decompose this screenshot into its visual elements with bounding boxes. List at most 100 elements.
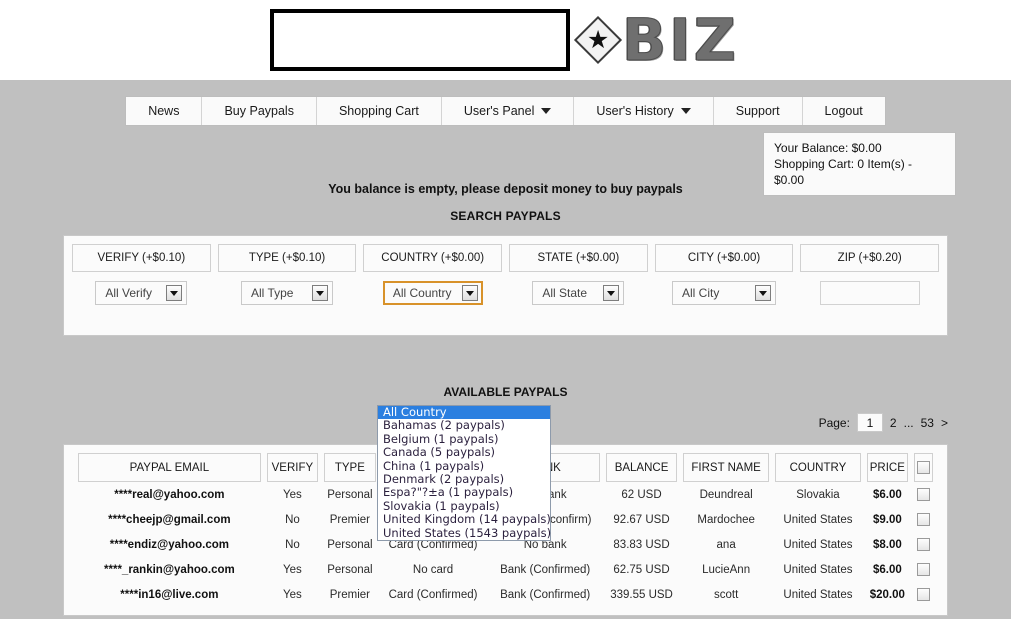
country-option-1[interactable]: Bahamas (2 paypals) xyxy=(378,418,550,432)
cell-email: ****real@yahoo.com xyxy=(114,488,225,501)
column-header-balance: BALANCE xyxy=(605,453,678,482)
country-select-value: All Country xyxy=(392,286,452,300)
cell-balance: 62 USD xyxy=(621,488,662,501)
nav-item-label: News xyxy=(148,104,180,118)
column-header-price: PRICE xyxy=(866,453,908,482)
page-number-input[interactable] xyxy=(856,413,883,432)
chevron-down-icon xyxy=(603,285,620,301)
column-header-type: TYPE xyxy=(324,453,376,482)
cell-verify: Yes xyxy=(283,588,302,601)
nav-item-logout[interactable]: Logout xyxy=(802,97,885,125)
country-option-0[interactable]: All Country xyxy=(378,405,550,420)
country-option-2[interactable]: Belgium (1 paypals) xyxy=(378,432,550,446)
cell-email: ****_rankin@yahoo.com xyxy=(104,563,235,576)
country-option-6[interactable]: Espa?"?±a (1 paypals) xyxy=(378,485,550,499)
zip-input[interactable] xyxy=(819,281,920,305)
type-select[interactable]: All Type xyxy=(241,281,333,305)
main-navigation: News Buy Paypals Shopping Cart User's Panel… xyxy=(0,80,1011,126)
cell-country: United States xyxy=(783,563,853,576)
pagination-last-page[interactable]: 53 xyxy=(921,416,934,430)
cell-balance: 339.55 USD xyxy=(610,588,673,601)
cell-select xyxy=(914,557,933,582)
caret-down-icon xyxy=(541,108,552,114)
cell-bank: Bank (Confirmed) xyxy=(500,588,591,601)
row-select-checkbox[interactable] xyxy=(916,563,930,576)
cell-price: $20.00 xyxy=(869,588,905,601)
pagination-ellipsis: ... xyxy=(903,415,914,430)
row-select-checkbox[interactable] xyxy=(916,488,930,501)
chevron-down-icon xyxy=(166,285,183,301)
cell-bank: Bank (Confirmed) xyxy=(500,563,591,576)
cell-country: United States xyxy=(783,538,853,551)
chevron-down-icon xyxy=(755,285,772,301)
nav-item-buy-paypals[interactable]: Buy Paypals xyxy=(202,97,317,125)
verify-filter-cell: All Verify xyxy=(72,281,211,305)
nav-item-news[interactable]: News xyxy=(126,97,203,125)
country-filter-cell: All Country xyxy=(363,281,502,305)
state-select[interactable]: All State xyxy=(532,281,625,305)
cell-type: Premier xyxy=(329,513,371,526)
select-all-checkbox[interactable] xyxy=(916,461,930,474)
nav-item-label: User's Panel xyxy=(463,104,535,118)
cell-select xyxy=(914,582,933,607)
pagination-page-2[interactable]: 2 xyxy=(890,416,897,430)
filter-controls-row: All Verify All Type All Country All Stat… xyxy=(72,281,939,305)
cell-email: ****endiz@yahoo.com xyxy=(109,538,229,551)
country-select[interactable]: All Country xyxy=(382,281,483,305)
cell-country: United States xyxy=(783,513,853,526)
country-option-7[interactable]: Slovakia (1 paypals) xyxy=(378,499,550,513)
site-logo: ★ BIZ xyxy=(574,9,739,71)
cell-balance: 92.67 USD xyxy=(613,513,670,526)
row-select-checkbox[interactable] xyxy=(916,588,930,601)
banner-placeholder xyxy=(270,9,571,71)
nav-item-label: Shopping Cart xyxy=(338,104,419,118)
state-select-value: All State xyxy=(542,286,588,300)
cell-price: $8.00 xyxy=(872,538,902,551)
table-row[interactable]: ****_rankin@yahoo.com Yes Personal No card B… xyxy=(78,557,933,582)
city-select[interactable]: All City xyxy=(672,281,777,305)
verify-select[interactable]: All Verify xyxy=(95,281,188,305)
site-header: ★ BIZ xyxy=(0,0,1011,80)
cell-price: $6.00 xyxy=(872,563,902,576)
table-row[interactable]: ****in16@live.com Yes Premier Card (Confirm… xyxy=(78,582,933,607)
nav-item-user-s-panel[interactable]: User's Panel xyxy=(441,97,575,125)
row-select-checkbox[interactable] xyxy=(916,513,930,526)
nav-item-label: Buy Paypals xyxy=(224,104,294,118)
country-option-4[interactable]: China (1 paypals) xyxy=(378,459,550,473)
account-balance-line: Your Balance: $0.00 xyxy=(774,141,882,155)
nav-item-shopping-cart[interactable]: Shopping Cart xyxy=(316,97,442,125)
cell-type: Personal xyxy=(327,538,373,551)
country-option-5[interactable]: Denmark (2 paypals) xyxy=(378,472,550,486)
type-select-value: All Type xyxy=(251,286,294,300)
cell-type: Premier xyxy=(329,588,371,601)
cell-balance: 83.83 USD xyxy=(613,538,670,551)
country-dropdown-list[interactable]: All Country Bahamas (2 paypals) Belgium (1… xyxy=(377,405,551,541)
cell-verify: No xyxy=(285,538,300,551)
cell-first-name: LucieAnn xyxy=(702,563,751,576)
country-option-3[interactable]: Canada (5 paypals) xyxy=(378,445,550,459)
row-select-checkbox[interactable] xyxy=(916,538,930,551)
nav-item-support[interactable]: Support xyxy=(713,97,803,125)
filter-header-1: TYPE (+$0.10) xyxy=(217,244,357,272)
cell-first-name: Mardochee xyxy=(697,513,755,526)
cell-country: United States xyxy=(783,588,853,601)
chevron-down-icon xyxy=(312,285,328,301)
cell-type: Personal xyxy=(327,488,373,501)
country-option-9[interactable]: United States (1543 paypals) xyxy=(378,526,551,540)
caret-down-icon xyxy=(680,108,691,114)
pagination-next-arrow[interactable]: > xyxy=(941,416,948,430)
filter-header-0: VERIFY (+$0.10) xyxy=(72,244,211,272)
country-option-8[interactable]: United Kingdom (14 paypals) xyxy=(378,512,551,526)
cell-email: ****in16@live.com xyxy=(120,588,219,601)
column-header-verify: VERIFY xyxy=(266,453,319,482)
filter-header-4: CITY (+$0.00) xyxy=(654,244,794,272)
nav-item-label: Support xyxy=(735,104,780,118)
state-filter-cell: All State xyxy=(509,281,648,305)
star-diamond-icon: ★ xyxy=(574,15,623,65)
filter-header-3: STATE (+$0.00) xyxy=(509,244,648,272)
cell-first-name: Deundreal xyxy=(699,488,753,501)
nav-item-label: Logout xyxy=(824,104,863,118)
search-section-title: SEARCH PAYPALS xyxy=(450,209,561,223)
nav-item-user-s-history[interactable]: User's History xyxy=(574,97,714,125)
cell-country: Slovakia xyxy=(796,488,840,501)
